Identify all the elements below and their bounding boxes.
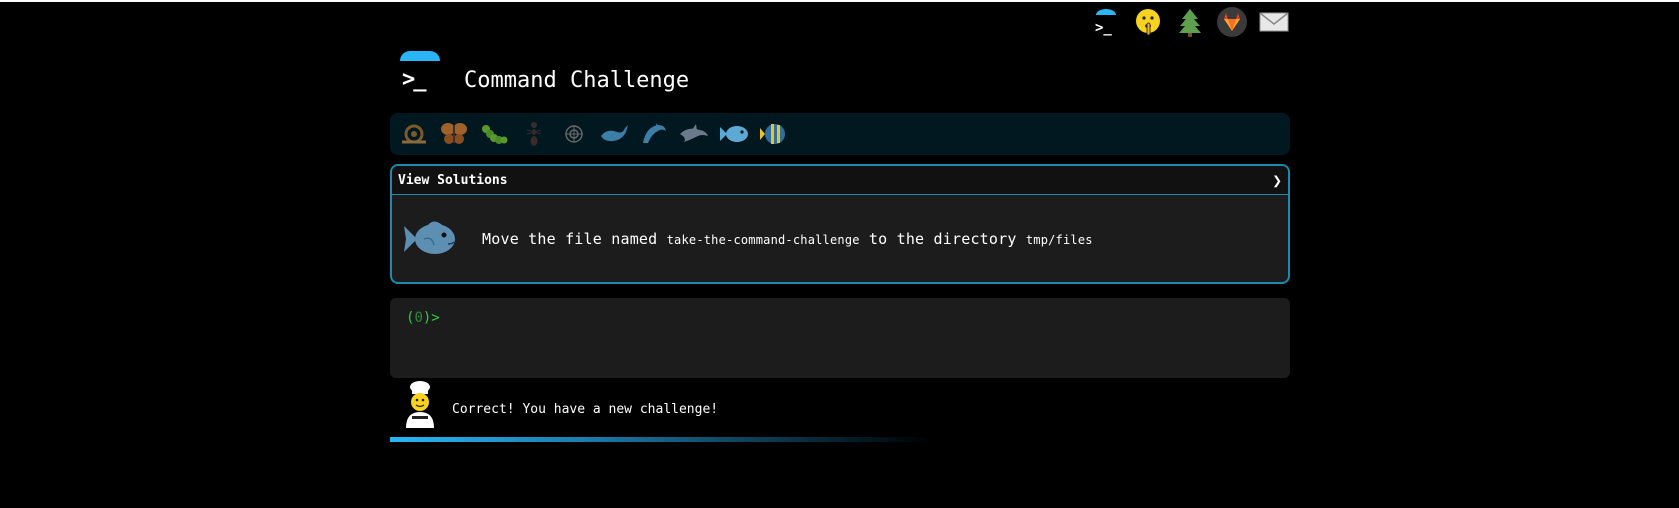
- level-progress-strip: [390, 113, 1290, 155]
- svg-text:>_: >_: [1095, 20, 1112, 36]
- snail-icon[interactable]: [398, 118, 430, 150]
- prompt-close: )>: [422, 310, 440, 326]
- chevron-right-icon: ❯: [1272, 170, 1282, 190]
- mail-icon[interactable]: [1258, 6, 1290, 38]
- tropical-fish-icon[interactable]: [758, 118, 790, 150]
- status-message: Correct! You have a new challenge!: [452, 401, 719, 417]
- whale-icon[interactable]: [598, 118, 630, 150]
- shell-icon[interactable]: [558, 118, 590, 150]
- status-area: Correct! You have a new challenge!: [402, 380, 718, 428]
- logo[interactable]: >_: [398, 51, 446, 99]
- fish-icon[interactable]: [718, 118, 750, 150]
- page-header: >_ Command Challenge: [390, 50, 689, 100]
- butterfly-icon[interactable]: [438, 118, 470, 150]
- page-title: Command Challenge: [464, 67, 690, 93]
- terminal-icon[interactable]: >_: [1090, 6, 1122, 38]
- view-solutions-toggle[interactable]: View Solutions ❯: [392, 166, 1288, 195]
- view-solutions-label: View Solutions: [398, 172, 508, 188]
- logo-prompt: >_: [402, 67, 426, 92]
- gitlab-icon[interactable]: [1216, 6, 1248, 38]
- challenge-panel: View Solutions ❯ Move the file named tak…: [390, 164, 1290, 284]
- challenge-text-middle: to the directory: [868, 230, 1017, 248]
- ant-icon[interactable]: [518, 118, 550, 150]
- logo-cap-shape: [400, 51, 440, 61]
- christmas-tree-icon[interactable]: [1174, 6, 1206, 38]
- main-container: >_ >_ Command Challenge View Solutions ❯…: [390, 0, 1290, 508]
- chef-icon: [406, 381, 434, 428]
- challenge-description: Move the file named take-the-command-cha…: [482, 230, 1093, 248]
- dolphin-jump-icon[interactable]: [638, 118, 670, 150]
- progress-bar: [390, 437, 930, 442]
- caterpillar-icon[interactable]: [478, 118, 510, 150]
- challenge-directory: tmp/files: [1025, 233, 1093, 247]
- shushing-face-icon[interactable]: [1132, 6, 1164, 38]
- challenge-body: Move the file named take-the-command-cha…: [392, 195, 1288, 283]
- challenge-text-before: Move the file named: [482, 230, 658, 248]
- terminal-input[interactable]: (0)>: [390, 298, 1290, 378]
- dolphin-icon[interactable]: [678, 118, 710, 150]
- prompt-exit-code: 0: [414, 310, 423, 326]
- challenge-file-name: take-the-command-challenge: [666, 233, 860, 247]
- top-nav-icons: >_: [1090, 6, 1290, 38]
- fish-icon: [404, 221, 455, 254]
